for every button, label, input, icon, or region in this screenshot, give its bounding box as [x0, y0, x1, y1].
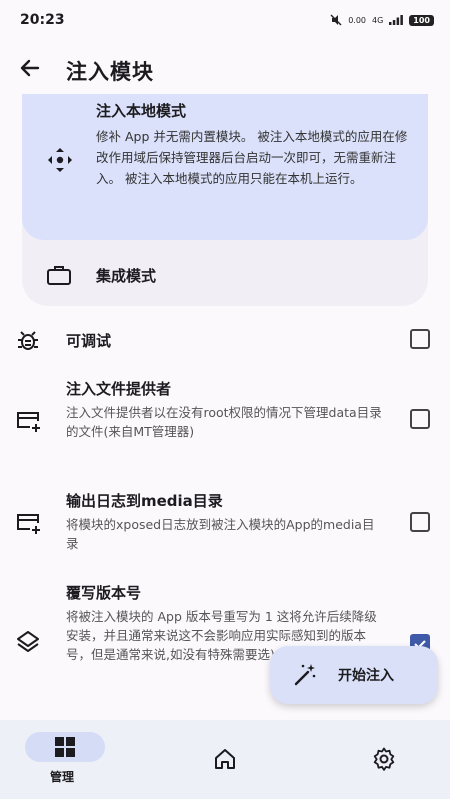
start-inject-button[interactable]: 开始注入	[270, 646, 438, 704]
setting-description: 注入文件提供者以在没有root权限的情况下管理data目录的文件(来自MT管理器…	[66, 405, 382, 439]
file-provider-checkbox[interactable]	[410, 409, 430, 429]
net-speed: 0.00	[348, 15, 366, 25]
start-inject-label: 开始注入	[338, 668, 394, 684]
home-icon	[215, 749, 235, 769]
briefcase-icon	[47, 266, 71, 285]
gear-icon	[373, 747, 395, 771]
move-icon	[48, 148, 72, 172]
bug-icon	[18, 331, 38, 350]
mode-local-description: 修补 App 并无需内置模块。 被注入本地模式的应用在修改作用域后保持管理器后台…	[96, 129, 408, 186]
setting-title: 可调试	[66, 332, 112, 350]
mode-selector: 注入本地模式 修补 App 并无需内置模块。 被注入本地模式的应用在修改作用域后…	[22, 94, 428, 306]
mode-option-integrated[interactable]: 集成模式	[22, 244, 428, 306]
setting-description: 将模块的xposed日志放到被注入模块的App的media目录	[66, 517, 375, 551]
nav-label: 管理	[50, 770, 75, 784]
page-title: 注入模块	[66, 60, 154, 84]
mode-option-local[interactable]: 注入本地模式 修补 App 并无需内置模块。 被注入本地模式的应用在修改作用域后…	[22, 94, 428, 240]
status-time: 20:23	[20, 12, 65, 28]
debuggable-checkbox[interactable]	[410, 329, 430, 349]
back-arrow-icon[interactable]	[14, 52, 46, 84]
nav-item-settings[interactable]	[300, 720, 450, 799]
magic-wand-icon	[294, 664, 316, 686]
signal-label: 4G	[372, 15, 384, 25]
log-media-checkbox[interactable]	[410, 512, 430, 532]
setting-file-provider[interactable]: 注入文件提供者 注入文件提供者以在没有root权限的情况下管理data目录的文件…	[0, 372, 450, 466]
signal-icon	[389, 15, 404, 25]
status-icons: 0.00 4G 100	[330, 14, 434, 26]
status-bar: 20:23 0.00 4G 100	[0, 0, 450, 44]
nav-item-manage[interactable]: 管理	[0, 720, 150, 799]
card-plus-icon	[17, 412, 40, 432]
layers-icon	[17, 631, 39, 652]
nav-item-home[interactable]	[150, 720, 300, 799]
mode-integrated-label: 集成模式	[96, 267, 157, 285]
setting-log-media[interactable]: 输出日志到media目录 将模块的xposed日志放到被注入模块的App的med…	[0, 484, 450, 560]
grid-icon	[55, 737, 75, 757]
battery-indicator: 100	[409, 14, 434, 26]
mute-icon	[330, 14, 342, 26]
setting-debuggable[interactable]: 可调试	[0, 320, 450, 360]
setting-title: 覆写版本号	[66, 584, 142, 602]
mode-local-title: 注入本地模式	[96, 102, 187, 120]
setting-title: 注入文件提供者	[66, 380, 172, 398]
setting-title: 输出日志到media目录	[66, 492, 223, 510]
top-app-bar: 注入模块	[0, 44, 450, 94]
bottom-navigation: 管理	[0, 720, 450, 799]
card-plus-icon	[17, 514, 40, 534]
